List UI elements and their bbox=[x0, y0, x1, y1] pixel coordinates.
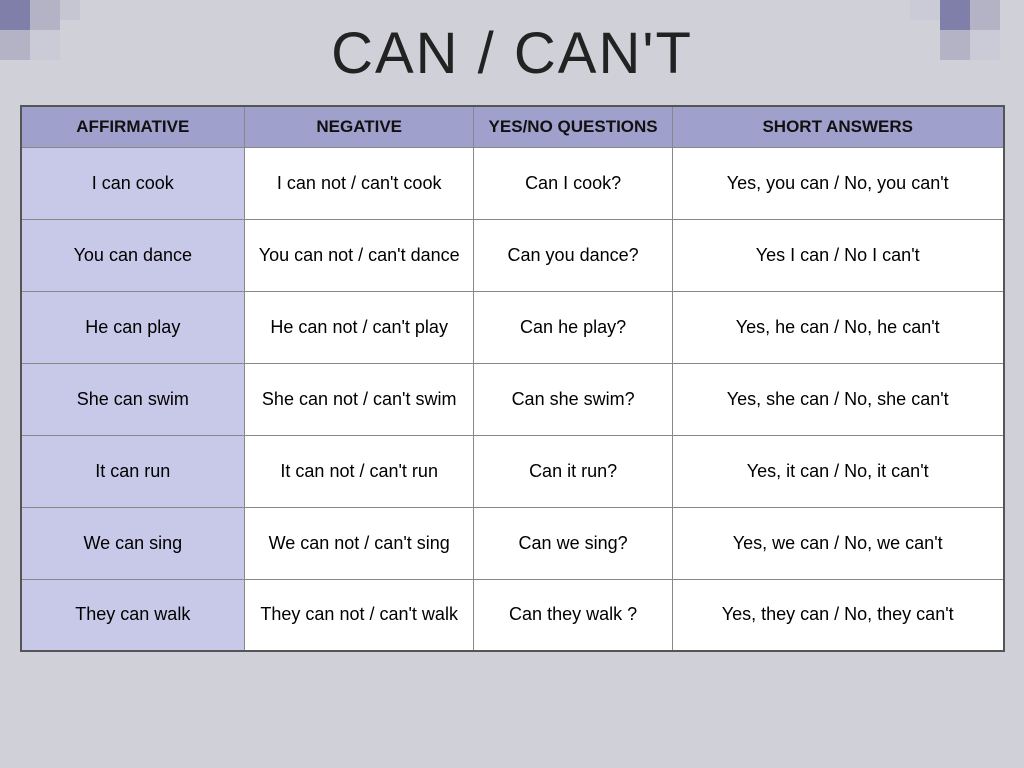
cell-row3-col0: She can swim bbox=[21, 363, 245, 435]
grammar-table: AFFIRMATIVE NEGATIVE YES/NO QUESTIONS SH… bbox=[20, 105, 1005, 652]
table-row: It can runIt can not / can't runCan it r… bbox=[21, 435, 1004, 507]
table-row: She can swimShe can not / can't swimCan … bbox=[21, 363, 1004, 435]
cell-row6-col0: They can walk bbox=[21, 579, 245, 651]
cell-row6-col2: Can they walk ? bbox=[474, 579, 673, 651]
cell-row4-col2: Can it run? bbox=[474, 435, 673, 507]
cell-row0-col3: Yes, you can / No, you can't bbox=[672, 147, 1003, 219]
table-row: We can singWe can not / can't singCan we… bbox=[21, 507, 1004, 579]
cell-row2-col3: Yes, he can / No, he can't bbox=[672, 291, 1003, 363]
table-row: You can danceYou can not / can't danceCa… bbox=[21, 219, 1004, 291]
cell-row3-col1: She can not / can't swim bbox=[245, 363, 474, 435]
cell-row5-col3: Yes, we can / No, we can't bbox=[672, 507, 1003, 579]
cell-row3-col2: Can she swim? bbox=[474, 363, 673, 435]
cell-row1-col3: Yes I can / No I can't bbox=[672, 219, 1003, 291]
cell-row1-col0: You can dance bbox=[21, 219, 245, 291]
table-row: I can cookI can not / can't cookCan I co… bbox=[21, 147, 1004, 219]
table-header-row: AFFIRMATIVE NEGATIVE YES/NO QUESTIONS SH… bbox=[21, 106, 1004, 147]
cell-row1-col1: You can not / can't dance bbox=[245, 219, 474, 291]
cell-row5-col0: We can sing bbox=[21, 507, 245, 579]
cell-row5-col2: Can we sing? bbox=[474, 507, 673, 579]
col-header-affirmative: AFFIRMATIVE bbox=[21, 106, 245, 147]
cell-row4-col1: It can not / can't run bbox=[245, 435, 474, 507]
table-row: They can walkThey can not / can't walkCa… bbox=[21, 579, 1004, 651]
col-header-short-answers: SHORT ANSWERS bbox=[672, 106, 1003, 147]
cell-row0-col1: I can not / can't cook bbox=[245, 147, 474, 219]
cell-row4-col3: Yes, it can / No, it can't bbox=[672, 435, 1003, 507]
cell-row6-col3: Yes, they can / No, they can't bbox=[672, 579, 1003, 651]
cell-row5-col1: We can not / can't sing bbox=[245, 507, 474, 579]
cell-row6-col1: They can not / can't walk bbox=[245, 579, 474, 651]
cell-row3-col3: Yes, she can / No, she can't bbox=[672, 363, 1003, 435]
table-row: He can playHe can not / can't playCan he… bbox=[21, 291, 1004, 363]
col-header-negative: NEGATIVE bbox=[245, 106, 474, 147]
cell-row2-col0: He can play bbox=[21, 291, 245, 363]
page-title: CAN / CAN'T bbox=[331, 10, 693, 105]
main-content: CAN / CAN'T AFFIRMATIVE NEGATIVE YES/NO … bbox=[12, 0, 1012, 652]
cell-row2-col1: He can not / can't play bbox=[245, 291, 474, 363]
cell-row1-col2: Can you dance? bbox=[474, 219, 673, 291]
col-header-questions: YES/NO QUESTIONS bbox=[474, 106, 673, 147]
cell-row4-col0: It can run bbox=[21, 435, 245, 507]
cell-row0-col2: Can I cook? bbox=[474, 147, 673, 219]
cell-row2-col2: Can he play? bbox=[474, 291, 673, 363]
cell-row0-col0: I can cook bbox=[21, 147, 245, 219]
